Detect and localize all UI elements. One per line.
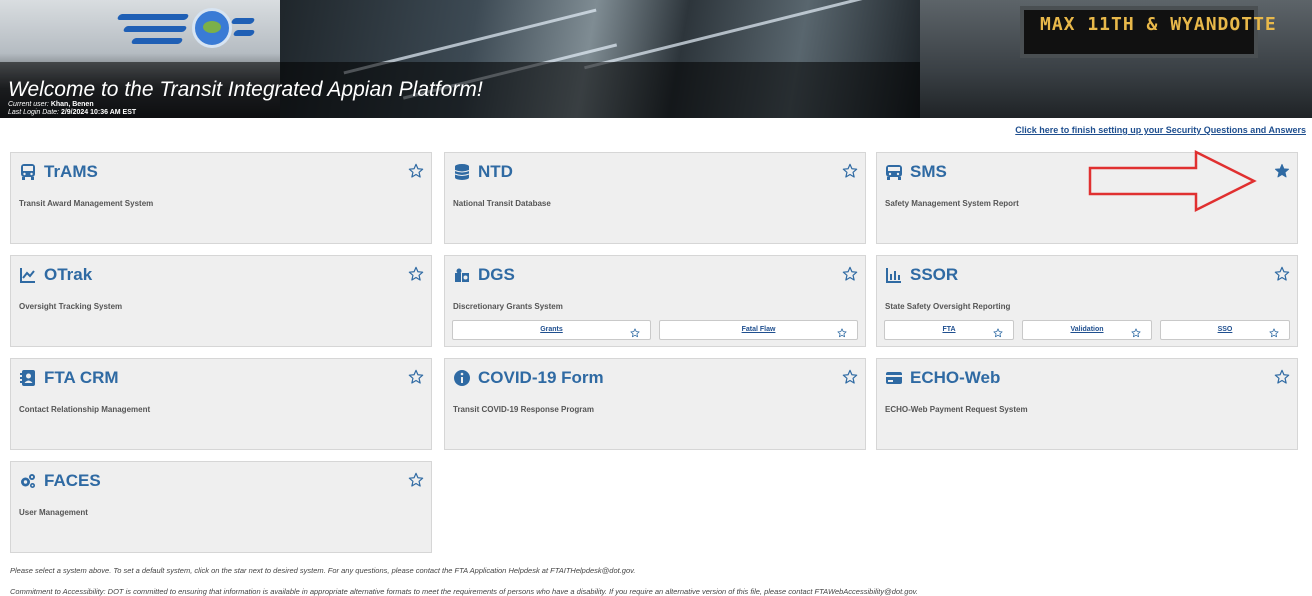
sub-system-label: Grants bbox=[540, 326, 563, 333]
system-card-echo-web[interactable]: ECHO-Web ECHO-Web Payment Request System bbox=[876, 358, 1298, 450]
bus-logo-icon bbox=[192, 8, 232, 48]
card-description: Discretionary Grants System bbox=[453, 302, 563, 311]
card-description: User Management bbox=[19, 508, 88, 517]
current-user-name: Khan, Benen bbox=[50, 101, 94, 108]
card-title[interactable]: ECHO-Web bbox=[910, 368, 1000, 388]
bus-stripe bbox=[116, 14, 190, 20]
star-outline-icon[interactable] bbox=[842, 163, 858, 179]
last-login-label: Last Login Date: bbox=[8, 109, 59, 116]
system-card-ntd[interactable]: NTD National Transit Database bbox=[444, 152, 866, 244]
star-outline-icon[interactable] bbox=[1274, 266, 1290, 282]
card-title[interactable]: DGS bbox=[478, 265, 515, 285]
system-card-dgs[interactable]: DGS Discretionary Grants System Grants Fata… bbox=[444, 255, 866, 347]
sub-system-label: Fatal Flaw bbox=[741, 326, 776, 333]
card-header: SSOR bbox=[885, 265, 958, 285]
card-description: Contact Relationship Management bbox=[19, 405, 151, 414]
sub-system-button-fatal-flaw[interactable]: Fatal Flaw bbox=[659, 320, 858, 340]
footer-accessibility: Commitment to Accessibility: DOT is comm… bbox=[10, 587, 918, 596]
puzzle-icon bbox=[453, 266, 471, 284]
last-login-line: Last Login Date: 2/9/2024 10:36 AM EST bbox=[8, 109, 136, 116]
card-header: COVID-19 Form bbox=[453, 368, 604, 388]
card-description: State Safety Oversight Reporting bbox=[885, 302, 1011, 311]
card-title[interactable]: SMS bbox=[910, 162, 947, 182]
card-description: National Transit Database bbox=[453, 199, 551, 208]
card-header: FTA CRM bbox=[19, 368, 119, 388]
card-title[interactable]: TrAMS bbox=[44, 162, 98, 182]
card-title[interactable]: OTrak bbox=[44, 265, 92, 285]
footer-instructions: Please select a system above. To set a d… bbox=[10, 566, 636, 575]
system-card-otrak[interactable]: OTrak Oversight Tracking System bbox=[10, 255, 432, 347]
cogs-icon bbox=[19, 472, 37, 490]
star-outline-icon[interactable] bbox=[993, 325, 1003, 338]
star-outline-icon[interactable] bbox=[837, 325, 847, 338]
card-title[interactable]: FTA CRM bbox=[44, 368, 119, 388]
star-outline-icon[interactable] bbox=[408, 369, 424, 385]
star-outline-icon[interactable] bbox=[408, 472, 424, 488]
card-title[interactable]: FACES bbox=[44, 471, 101, 491]
sub-system-button-fta[interactable]: FTA bbox=[884, 320, 1014, 340]
star-outline-icon[interactable] bbox=[1269, 325, 1279, 338]
current-user-label: Current user: bbox=[8, 101, 49, 108]
star-outline-icon[interactable] bbox=[1274, 369, 1290, 385]
card-title[interactable]: COVID-19 Form bbox=[478, 368, 604, 388]
card-header: SMS bbox=[885, 162, 947, 182]
star-outline-icon[interactable] bbox=[842, 266, 858, 282]
last-login-date: 2/9/2024 10:36 AM EST bbox=[60, 109, 137, 116]
sub-system-button-sso[interactable]: SSO bbox=[1160, 320, 1290, 340]
card-description: Oversight Tracking System bbox=[19, 302, 123, 311]
system-card-faces[interactable]: FACES User Management bbox=[10, 461, 432, 553]
page-title: Welcome to the Transit Integrated Appian… bbox=[8, 78, 483, 101]
bus-stripe bbox=[230, 18, 256, 24]
card-description: Transit COVID-19 Response Program bbox=[453, 405, 594, 414]
card-header: DGS bbox=[453, 265, 515, 285]
bus-stripe bbox=[122, 26, 188, 32]
star-outline-icon[interactable] bbox=[842, 369, 858, 385]
line-chart-icon bbox=[19, 266, 37, 284]
card-header: NTD bbox=[453, 162, 513, 182]
card-description: Safety Management System Report bbox=[885, 199, 1019, 208]
bus-sign-text: MAX 11TH & WYANDOTTE bbox=[1040, 14, 1277, 35]
system-card-fta-crm[interactable]: FTA CRM Contact Relationship Management bbox=[10, 358, 432, 450]
current-user-line: Current user: Khan, Benen bbox=[8, 101, 94, 108]
card-description: Transit Award Management System bbox=[19, 199, 154, 208]
system-card-trams[interactable]: TrAMS Transit Award Management System bbox=[10, 152, 432, 244]
annotation-arrow-icon bbox=[1088, 149, 1257, 213]
card-description: ECHO-Web Payment Request System bbox=[885, 405, 1028, 414]
contact-book-icon bbox=[19, 369, 37, 387]
light-streak bbox=[584, 0, 876, 70]
bus-stripe bbox=[232, 30, 256, 36]
sub-system-button-grants[interactable]: Grants bbox=[452, 320, 651, 340]
sub-system-buttons: Grants Fatal Flaw bbox=[452, 320, 858, 340]
star-outline-icon[interactable] bbox=[408, 266, 424, 282]
bus-stripe bbox=[130, 38, 184, 44]
system-card-covid-19-form[interactable]: COVID-19 Form Transit COVID-19 Response P… bbox=[444, 358, 866, 450]
bus-icon bbox=[19, 163, 37, 181]
system-card-ssor[interactable]: SSOR State Safety Oversight Reporting FTA V… bbox=[876, 255, 1298, 347]
card-title[interactable]: SSOR bbox=[910, 265, 958, 285]
card-header: FACES bbox=[19, 471, 101, 491]
sub-system-buttons: FTA Validation SSO bbox=[884, 320, 1290, 340]
database-icon bbox=[453, 163, 471, 181]
bus-side-icon bbox=[885, 163, 903, 181]
card-title[interactable]: NTD bbox=[478, 162, 513, 182]
welcome-banner: MAX 11TH & WYANDOTTE Welcome to the Tran… bbox=[0, 0, 1312, 118]
card-header: TrAMS bbox=[19, 162, 98, 182]
star-outline-icon[interactable] bbox=[1131, 325, 1141, 338]
card-header: ECHO-Web bbox=[885, 368, 1000, 388]
star-filled-icon[interactable] bbox=[1274, 163, 1290, 179]
card-header: OTrak bbox=[19, 265, 92, 285]
info-circle-icon bbox=[453, 369, 471, 387]
sub-system-button-validation[interactable]: Validation bbox=[1022, 320, 1152, 340]
bar-chart-icon bbox=[885, 266, 903, 284]
credit-card-icon bbox=[885, 369, 903, 387]
star-outline-icon[interactable] bbox=[630, 325, 640, 338]
star-outline-icon[interactable] bbox=[408, 163, 424, 179]
security-questions-link[interactable]: Click here to finish setting up your Sec… bbox=[1015, 125, 1306, 135]
